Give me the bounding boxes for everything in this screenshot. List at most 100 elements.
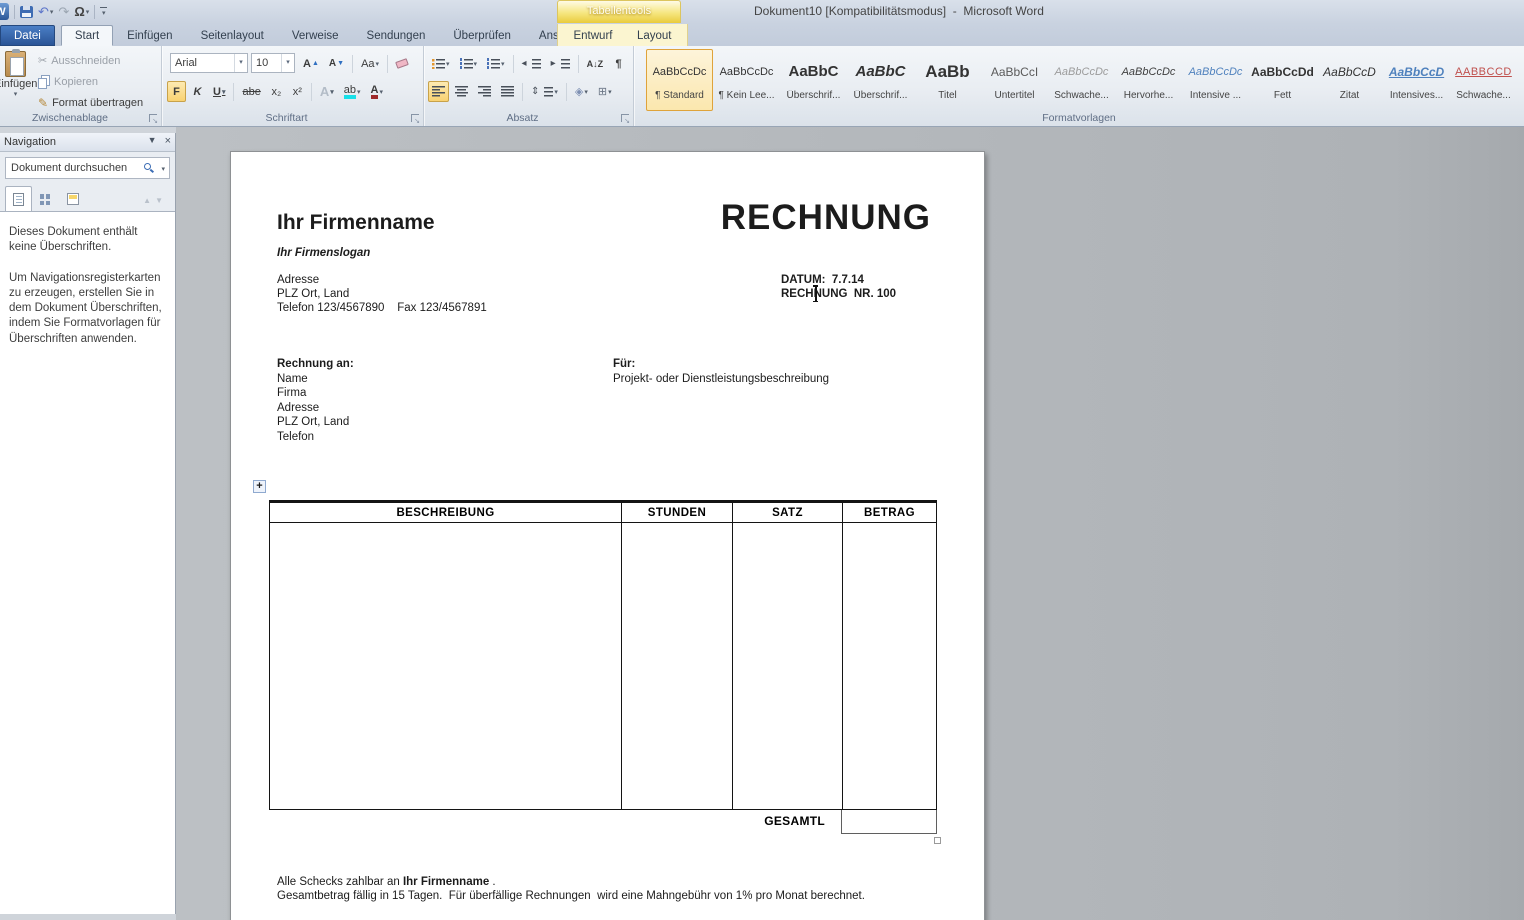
increase-indent-button[interactable]: ▸ <box>547 53 574 74</box>
table-resize-handle[interactable] <box>934 837 941 844</box>
subscript-button[interactable]: x₂ <box>267 81 286 102</box>
chevron-down-icon: ▾ <box>281 54 294 72</box>
dialog-launcher-icon[interactable] <box>621 114 630 125</box>
superscript-button[interactable]: x² <box>288 81 307 102</box>
format-painter-button[interactable]: ✎ Format übertragen <box>38 93 143 112</box>
show-paragraph-marks-button[interactable]: ¶ <box>609 53 628 74</box>
pane-menu-icon[interactable]: ▼ <box>148 135 157 147</box>
search-input[interactable]: Dokument durchsuchen ▾ <box>5 157 170 179</box>
style-zitat[interactable]: AaBbCcD Zitat <box>1316 49 1383 111</box>
chevron-down-icon: ▾ <box>102 9 106 17</box>
tab-sendungen[interactable]: Sendungen <box>353 25 440 46</box>
bold-button[interactable]: F <box>167 81 186 102</box>
font-color-button[interactable]: A ▾ <box>367 81 387 102</box>
quick-access-toolbar: W ↶ ▾ ↷ Ω ▾ ▾ <box>0 3 108 20</box>
copy-button[interactable]: Kopieren <box>38 72 98 91</box>
style-hervorhebung[interactable]: AaBbCcDc Hervorhe... <box>1115 49 1182 111</box>
style-intensives-zitat[interactable]: AaBbCcD Intensives... <box>1383 49 1450 111</box>
outdent-icon: ◂ <box>521 58 527 69</box>
column-header: STUNDEN <box>621 503 732 522</box>
sort-button[interactable]: A↓Z <box>583 53 608 74</box>
tab-entwurf[interactable]: Entwurf <box>564 25 621 46</box>
chevron-down-icon[interactable]: ▾ <box>161 165 165 173</box>
line-spacing-button[interactable]: ⇕ ▾ <box>527 81 562 102</box>
document-area: Ihr Firmenname Ihr Firmenslogan Adresse … <box>176 127 1524 920</box>
justify-button[interactable] <box>497 81 518 102</box>
word-window: W ↶ ▾ ↷ Ω ▾ ▾ Tabellentools Dokument10 [Ko… <box>0 0 1524 920</box>
word-app-icon[interactable]: W <box>0 3 9 20</box>
previous-result-icon[interactable]: ▲ <box>143 196 155 205</box>
style-schwacher-verweis[interactable]: AABBCCD Schwache... <box>1450 49 1517 111</box>
multilevel-list-button[interactable]: ▾ <box>483 53 509 74</box>
invoice-table-body[interactable] <box>269 523 937 810</box>
group-label: Zwischenablage <box>32 112 108 124</box>
chevron-down-icon: ▾ <box>49 8 54 16</box>
style-ueberschrift1[interactable]: AaBbC Überschrif... <box>780 49 847 111</box>
tab-browse-pages[interactable] <box>32 186 59 211</box>
style-untertitel[interactable]: AaBbCcI Untertitel <box>981 49 1048 111</box>
search-icon[interactable] <box>144 163 151 170</box>
tab-browse-results[interactable] <box>59 186 86 211</box>
multilevel-list-icon <box>487 58 501 69</box>
paste-button[interactable]: Einfügen ▾ <box>0 48 38 111</box>
eraser-icon <box>395 58 409 69</box>
style-standard[interactable]: AaBbCcDc ¶ Standard <box>646 49 713 111</box>
decrease-indent-button[interactable]: ◂ <box>518 53 545 74</box>
indent-icon: ▸ <box>550 58 556 69</box>
customize-qat-button[interactable]: ▾ <box>100 6 108 17</box>
column-header: BESCHREIBUNG <box>396 506 495 519</box>
navigation-pane: Navigation ▼ × Dokument durchsuchen ▾ ▲▼… <box>0 127 176 920</box>
change-case-button[interactable]: Aa ▾ <box>357 53 383 74</box>
document-page[interactable]: Ihr Firmenname Ihr Firmenslogan Adresse … <box>230 151 985 920</box>
align-right-button[interactable] <box>474 81 495 102</box>
strikethrough-button[interactable]: abe <box>238 81 264 102</box>
cut-button[interactable]: ✂ Ausschneiden <box>38 51 120 70</box>
tab-seitenlayout[interactable]: Seitenlayout <box>187 25 278 46</box>
tab-einfuegen[interactable]: Einfügen <box>113 25 186 46</box>
style-ueberschrift2[interactable]: AaBbC Überschrif... <box>847 49 914 111</box>
numbered-list-button[interactable]: ▾ <box>456 53 482 74</box>
invoice-table[interactable]: BESCHREIBUNG STUNDEN SATZ BETRAG GESAMTL <box>269 500 941 844</box>
style-intensive-hervorhebung[interactable]: AaBbCcDc Intensive ... <box>1182 49 1249 111</box>
close-icon[interactable]: × <box>165 135 171 147</box>
tab-layout[interactable]: Layout <box>628 25 681 46</box>
tab-start[interactable]: Start <box>60 25 114 46</box>
bullet-list-button[interactable]: ▾ <box>428 53 454 74</box>
redo-button[interactable]: ↷ <box>58 4 69 20</box>
total-cell[interactable] <box>841 810 937 834</box>
symbol-button[interactable]: Ω ▾ <box>74 4 89 19</box>
company-slogan: Ihr Firmenslogan <box>277 247 371 259</box>
font-family-combo[interactable]: Arial ▾ <box>170 53 248 73</box>
underline-button[interactable]: U ▾ <box>209 81 229 102</box>
undo-button[interactable]: ↶ ▾ <box>38 4 53 20</box>
text-effects-button[interactable]: A ▾ <box>316 81 338 102</box>
font-size-combo[interactable]: 10 ▾ <box>251 53 295 73</box>
style-fett[interactable]: AaBbCcDd Fett <box>1249 49 1316 111</box>
clear-formatting-button[interactable] <box>392 53 412 74</box>
shading-button[interactable]: ◈ ▾ <box>571 81 592 102</box>
highlight-button[interactable]: ab ▾ <box>340 81 365 102</box>
style-titel[interactable]: AaBb Titel <box>914 49 981 111</box>
footer-line-1: Alle Schecks zahlbar an Ihr Firmenname . <box>277 876 496 888</box>
align-left-button[interactable] <box>428 81 449 102</box>
tab-ueberpruefen[interactable]: Überprüfen <box>439 25 525 46</box>
borders-button[interactable]: ⊞ ▾ <box>594 81 616 102</box>
bill-to-line: Firma <box>277 387 307 399</box>
undo-icon: ↶ <box>38 3 49 19</box>
style-kein-leerraum[interactable]: AaBbCcDc ¶ Kein Lee... <box>713 49 780 111</box>
table-move-handle[interactable]: + <box>253 480 266 493</box>
tab-browse-headings[interactable] <box>5 186 32 211</box>
dialog-launcher-icon[interactable] <box>411 114 420 125</box>
shrink-font-button[interactable]: A ▼ <box>325 53 348 74</box>
group-label: Schriftart <box>265 112 308 124</box>
next-result-icon[interactable]: ▼ <box>155 196 167 205</box>
dialog-launcher-icon[interactable] <box>149 114 158 125</box>
italic-button[interactable]: K <box>188 81 207 102</box>
tab-datei[interactable]: Datei <box>0 25 55 46</box>
grow-font-button[interactable]: A ▲ <box>299 53 323 74</box>
style-schwache-hervorhebung[interactable]: AaBbCcDc Schwache... <box>1048 49 1115 111</box>
save-icon[interactable] <box>20 5 33 18</box>
tab-verweise[interactable]: Verweise <box>278 25 353 46</box>
shading-icon: ◈ <box>574 86 584 98</box>
align-center-button[interactable] <box>451 81 472 102</box>
